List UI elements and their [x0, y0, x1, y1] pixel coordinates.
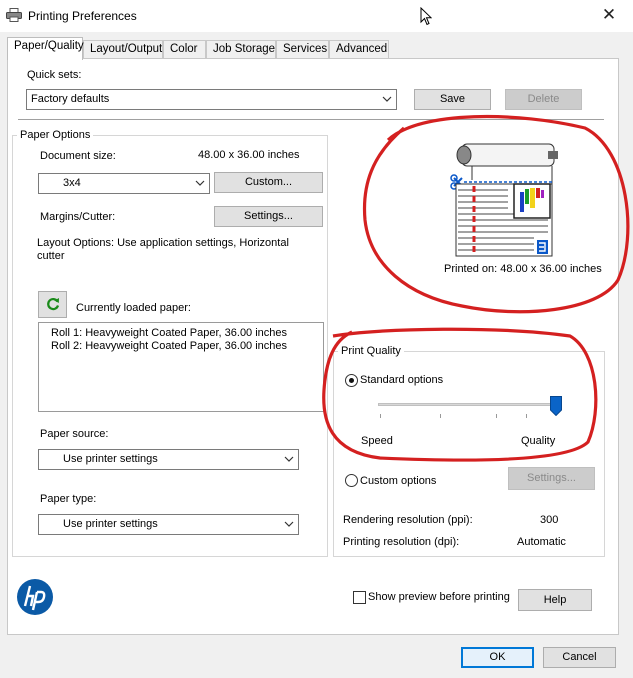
slider-thumb[interactable] [550, 396, 562, 416]
window-title: Printing Preferences [28, 9, 137, 23]
cancel-button[interactable]: Cancel [543, 647, 616, 668]
paper-source-label: Paper source: [40, 428, 109, 440]
margins-settings-button[interactable]: Settings... [214, 206, 323, 227]
quick-sets-divider [18, 119, 604, 120]
quick-sets-value: Factory defaults [31, 93, 110, 105]
print-preview-image [450, 143, 558, 257]
save-button[interactable]: Save [414, 89, 491, 110]
document-size-selected: 3x4 [63, 177, 81, 189]
paper-source-selected: Use printer settings [63, 453, 158, 465]
tab-layout-output[interactable]: Layout/Output [83, 40, 163, 59]
quality-slider[interactable] [376, 394, 566, 424]
tab-job-storage[interactable]: Job Storage [206, 40, 276, 59]
tab-services[interactable]: Services [276, 40, 329, 59]
standard-options-label: Standard options [360, 374, 444, 386]
slider-tick [526, 414, 527, 418]
rendering-resolution-value: 300 [540, 514, 559, 526]
quick-sets-label: Quick sets: [27, 69, 82, 81]
delete-button[interactable]: Delete [505, 89, 582, 110]
tab-paper-quality[interactable]: Paper/Quality [7, 37, 84, 60]
rendering-resolution-label: Rendering resolution (ppi): [343, 514, 473, 526]
help-button[interactable]: Help [518, 589, 592, 611]
list-item[interactable]: Roll 2: Heavyweight Coated Paper, 36.00 … [51, 340, 287, 352]
chevron-down-icon [284, 456, 294, 462]
slider-track [378, 403, 558, 406]
tab-advanced[interactable]: Advanced [329, 40, 389, 59]
refresh-icon [46, 298, 59, 311]
paper-type-label: Paper type: [40, 493, 97, 505]
custom-options-label: Custom options [360, 475, 437, 487]
paper-source-dropdown[interactable]: Use printer settings [38, 449, 299, 470]
print-quality-title: Print Quality [338, 345, 404, 357]
layout-options-text: Layout Options: Use application settings… [37, 237, 289, 262]
refresh-paper-button[interactable] [38, 291, 67, 318]
speed-label: Speed [361, 435, 393, 447]
printing-resolution-label: Printing resolution (dpi): [343, 536, 460, 548]
slider-tick [440, 414, 441, 418]
chevron-down-icon [284, 521, 294, 527]
chevron-down-icon [195, 180, 205, 186]
printed-on-text: Printed on: 48.00 x 36.00 inches [444, 263, 602, 275]
standard-options-radio[interactable] [345, 374, 358, 387]
document-size-label: Document size: [40, 150, 116, 162]
document-size-value: 48.00 x 36.00 inches [198, 149, 300, 161]
mouse-cursor-icon [420, 7, 432, 26]
ok-button[interactable]: OK [461, 647, 534, 668]
currently-loaded-label: Currently loaded paper: [76, 302, 191, 314]
tab-color[interactable]: Color [163, 40, 206, 59]
show-preview-label: Show preview before printing [368, 591, 510, 603]
quality-label: Quality [521, 435, 556, 447]
paper-options-title: Paper Options [17, 129, 94, 141]
title-bar: Printing Preferences ✕ [0, 0, 633, 32]
custom-size-button[interactable]: Custom... [214, 172, 323, 193]
custom-options-radio[interactable] [345, 474, 358, 487]
slider-tick [380, 414, 381, 418]
document-size-dropdown[interactable]: 3x4 [38, 173, 210, 194]
show-preview-checkbox[interactable] [353, 591, 366, 604]
quick-sets-dropdown[interactable]: Factory defaults [26, 89, 397, 110]
printer-icon [6, 8, 22, 22]
paper-type-selected: Use printer settings [63, 518, 158, 530]
slider-tick [496, 414, 497, 418]
paper-type-dropdown[interactable]: Use printer settings [38, 514, 299, 535]
list-item[interactable]: Roll 1: Heavyweight Coated Paper, 36.00 … [51, 327, 287, 339]
printing-resolution-value: Automatic [517, 536, 566, 548]
margins-cutter-label: Margins/Cutter: [40, 211, 116, 223]
chevron-down-icon [382, 96, 392, 102]
quality-settings-button[interactable]: Settings... [508, 467, 595, 490]
close-button[interactable]: ✕ [598, 4, 620, 26]
hp-logo [17, 579, 53, 615]
loaded-paper-list[interactable]: Roll 1: Heavyweight Coated Paper, 36.00 … [38, 322, 324, 412]
